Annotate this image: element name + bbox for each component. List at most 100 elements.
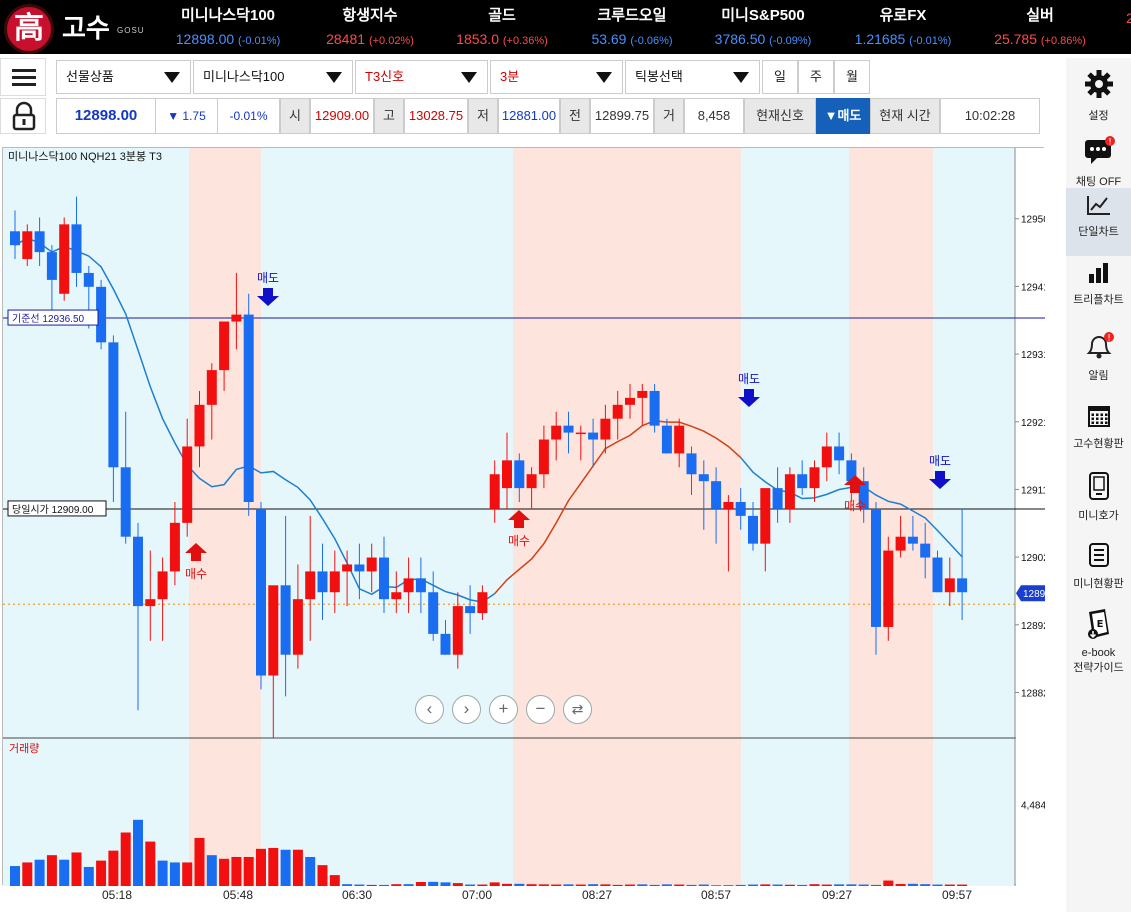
sidebar-item-bar-chart[interactable]: 트리플차트 <box>1066 256 1131 316</box>
ticker-change: (-0.06%) <box>630 35 673 47</box>
sell-signal-label: 매도 <box>257 271 279 285</box>
sidebar-item-chat[interactable]: ! 채팅 OFF <box>1066 130 1131 188</box>
ticker-item[interactable]: 항생지수 28481 (+0.02%) <box>326 4 414 47</box>
y-tick-label: 12882,56 <box>1021 688 1045 699</box>
candle-body <box>538 439 549 475</box>
candle-body <box>661 425 672 454</box>
candle-body <box>10 231 20 246</box>
line-chart-icon <box>1066 194 1131 219</box>
current-price: 12898.00 <box>56 98 156 134</box>
ebook-icon: E <box>1066 608 1131 643</box>
sidebar-item-gear[interactable]: 설정 <box>1066 62 1131 122</box>
scroll-left-button[interactable]: ‹ <box>415 695 444 724</box>
volume-bar <box>182 862 193 886</box>
candle-body <box>698 474 709 482</box>
product-type-select[interactable]: 선물상품 <box>56 60 191 94</box>
candle-body <box>957 578 968 593</box>
sidebar-item-phone[interactable]: 미니호가 <box>1066 466 1131 528</box>
brand-logo[interactable]: 高 고수 GOSU <box>4 2 154 54</box>
zoom-in-button[interactable]: + <box>489 695 518 724</box>
ticker-item[interactable]: 유로FX 1.21685 (-0.01%) <box>855 4 952 47</box>
price-change-pct: -0.01% <box>218 98 280 134</box>
candle-body <box>809 467 820 489</box>
sidebar-item-bell[interactable]: ! 알림 <box>1066 326 1131 388</box>
ticker-item[interactable]: 실버 25.785 (+0.86%) <box>994 4 1086 47</box>
low-price: 12881.00 <box>498 98 560 134</box>
ticker-price: 3786.50 (-0.09%) <box>715 31 812 47</box>
candle-body <box>354 564 365 572</box>
ticker-price: 2 <box>1126 10 1131 26</box>
ticker-item[interactable]: 미니S&P500 3786.50 (-0.09%) <box>715 4 812 47</box>
sidebar-item-line-chart[interactable]: 단일차트 <box>1066 188 1131 256</box>
ticker-item[interactable]: 미니나스닥100 12898.00 (-0.01%) <box>176 4 280 47</box>
volume-bar <box>10 866 20 886</box>
calendar-grid-icon <box>1066 404 1131 431</box>
sidebar-item-label: 단일차트 <box>1078 226 1119 238</box>
menu-button[interactable] <box>0 58 46 96</box>
price-chart[interactable]: 매도 매도 매도 매수 매수 매수 기준선 12936.50 당일시가 12909.00 미니나… <box>2 147 1045 886</box>
zoom-out-button[interactable]: − <box>526 695 555 724</box>
volume-value: 8,458 <box>684 98 744 134</box>
reset-button[interactable]: ⇄ <box>563 695 592 724</box>
candle-body <box>588 432 599 440</box>
high-price: 13028.75 <box>404 98 468 134</box>
candle-body <box>489 474 500 509</box>
tick-select[interactable]: 틱봉선택 <box>625 60 760 94</box>
period-day-button[interactable]: 일 <box>762 60 798 94</box>
signal-select[interactable]: T3신호 <box>355 60 488 94</box>
logo-emblem: 高 <box>4 4 54 54</box>
ticker-price-value: 1853.0 <box>456 31 503 47</box>
volume-bar <box>59 859 70 886</box>
sidebar-item-list-board[interactable]: 미니현황판 <box>1066 536 1131 596</box>
y-tick-label: 12941,06 <box>1021 282 1045 293</box>
scroll-right-button[interactable]: › <box>452 695 481 724</box>
ticker-name: 골드 <box>488 7 516 24</box>
product-select[interactable]: 미니나스닥100 <box>193 60 353 94</box>
candle-body <box>735 502 746 516</box>
ticker-item[interactable]: 2 <box>1126 4 1131 26</box>
sidebar-item-ebook[interactable]: Ee-book 전략가이드 <box>1066 602 1131 674</box>
candle-body <box>477 592 488 614</box>
candle-body <box>268 585 279 676</box>
sidebar-item-calendar-grid[interactable]: 고수현황판 <box>1066 398 1131 460</box>
candle-body <box>907 536 918 544</box>
interval-select[interactable]: 3분 <box>490 60 623 94</box>
chevron-down-icon <box>461 72 477 83</box>
chevron-down-icon <box>596 72 612 83</box>
open-label: 시 <box>280 98 310 134</box>
high-label: 고 <box>374 98 404 134</box>
ticker-price-value: 3786.50 <box>714 31 770 47</box>
session-band <box>261 148 513 886</box>
period-week-button[interactable]: 주 <box>798 60 834 94</box>
phone-icon <box>1066 472 1131 503</box>
product-type-value: 선물상품 <box>66 69 114 84</box>
ticker-change: (+0.02%) <box>368 35 414 47</box>
ticker-bar: 高 고수 GOSU 미니나스닥100 12898.00 (-0.01%) 항생지수 2… <box>0 0 1131 54</box>
open-price: 12909.00 <box>310 98 374 134</box>
candle-body <box>649 390 660 426</box>
ticker-name: 크루드오일 <box>597 7 667 24</box>
candle-body <box>206 370 217 405</box>
ticker-item[interactable]: 크루드오일 53.69 (-0.06%) <box>591 4 672 47</box>
signal-label: 현재신호 <box>744 98 816 134</box>
candle-body <box>108 342 119 468</box>
candle-body <box>637 390 648 398</box>
current-price-tag-label: 12898.00 <box>1023 589 1045 600</box>
period-month-button[interactable]: 월 <box>834 60 870 94</box>
ticker-change: (+0.86%) <box>1040 35 1086 47</box>
ticker-item[interactable]: 골드 1853.0 (+0.36%) <box>456 4 548 47</box>
volume-bar <box>133 819 143 886</box>
candle-body <box>145 599 156 607</box>
volume-bar <box>120 832 131 886</box>
volume-bar <box>145 841 156 886</box>
buy-signal-label: 매수 <box>508 534 530 548</box>
lock-button[interactable] <box>0 98 46 134</box>
y-tick-label: 12892,31 <box>1021 621 1045 632</box>
sidebar-item-label: 미니호가 <box>1078 510 1119 522</box>
ticker-price-value: 53.69 <box>591 31 631 47</box>
candle-body <box>452 606 463 655</box>
x-tick-label: 06:30 <box>341 888 373 902</box>
candle-body <box>711 481 722 509</box>
volume-bar <box>256 848 266 886</box>
candle-body <box>194 404 205 447</box>
